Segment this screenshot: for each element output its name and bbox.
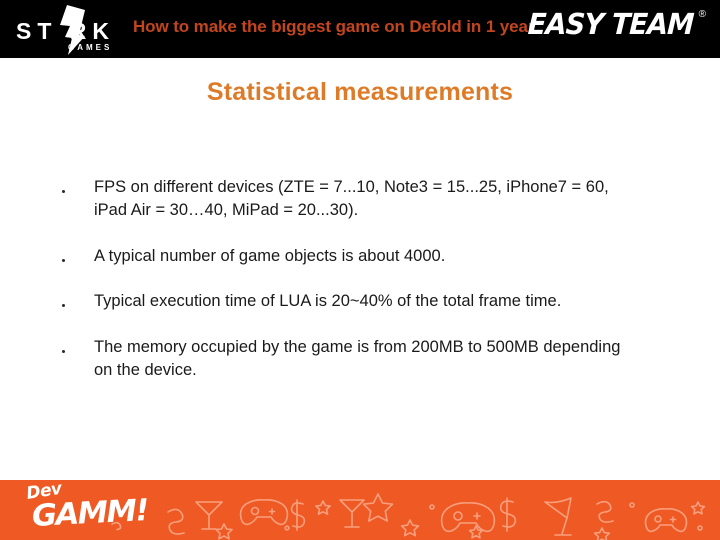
- list-item: A typical number of game objects is abou…: [62, 245, 662, 268]
- cocktail-glass-icon: [195, 501, 223, 530]
- list-item-text: Typical execution time of LUA is 20~40% …: [94, 292, 562, 311]
- slide-canvas: ST RK GAMES How to make the biggest game…: [0, 0, 720, 540]
- star-icon: [315, 500, 331, 515]
- star-icon: [215, 523, 233, 540]
- star-icon: [362, 493, 394, 522]
- footer-band: Dev GAMM!: [0, 480, 720, 540]
- squiggle-icon: [167, 508, 185, 535]
- list-item: Typical execution time of LUA is 20~40% …: [62, 290, 662, 313]
- cocktail-glass-icon: [339, 499, 365, 528]
- page-title: Statistical measurements: [206, 78, 514, 106]
- list-item: FPS on different devices (ZTE = 7...10, …: [62, 176, 662, 223]
- dot-icon: [697, 525, 703, 531]
- bullet-dot-icon: [62, 176, 94, 196]
- star-icon: [593, 527, 611, 540]
- bullet-dot-icon: [62, 290, 94, 310]
- gamepad-icon: [644, 508, 688, 533]
- list-item-text: FPS on different devices (ZTE = 7...10, …: [94, 178, 609, 220]
- dot-icon: [429, 504, 435, 510]
- header-band: ST RK GAMES How to make the biggest game…: [0, 0, 720, 58]
- list-item-text: The memory occupied by the game is from …: [94, 337, 621, 380]
- dot-icon: [629, 502, 635, 508]
- bullet-dot-icon: [62, 336, 94, 356]
- easy-team-wordmark: EASY TEAM: [526, 7, 695, 41]
- devgamm-main-word: GAMM!: [31, 492, 149, 534]
- gamepad-icon: [239, 499, 289, 526]
- squiggle-icon: [596, 500, 614, 523]
- list-item: The memory occupied by the game is from …: [62, 336, 662, 383]
- bullet-dot-icon: [62, 245, 94, 265]
- dollar-sign-icon: [499, 497, 517, 532]
- stark-games-subtitle: GAMES: [68, 43, 113, 52]
- dot-icon: [284, 525, 290, 531]
- star-icon: [690, 501, 706, 515]
- registered-trademark-icon: ®: [698, 9, 706, 20]
- gamepad-icon: [440, 502, 496, 533]
- dollar-sign-icon: [290, 499, 306, 531]
- cocktail-glass-icon: [544, 497, 572, 536]
- devgamm-logo: Dev GAMM!: [24, 480, 149, 538]
- bullet-list: FPS on different devices (ZTE = 7...10, …: [62, 176, 662, 383]
- list-item-text: A typical number of game objects is abou…: [94, 246, 446, 265]
- easy-team-logo: EASY TEAM ®: [527, 7, 706, 50]
- header-tagline: How to make the biggest game on Defold i…: [133, 17, 535, 36]
- star-icon: [400, 519, 420, 537]
- stark-games-logo: ST RK GAMES: [14, 4, 132, 56]
